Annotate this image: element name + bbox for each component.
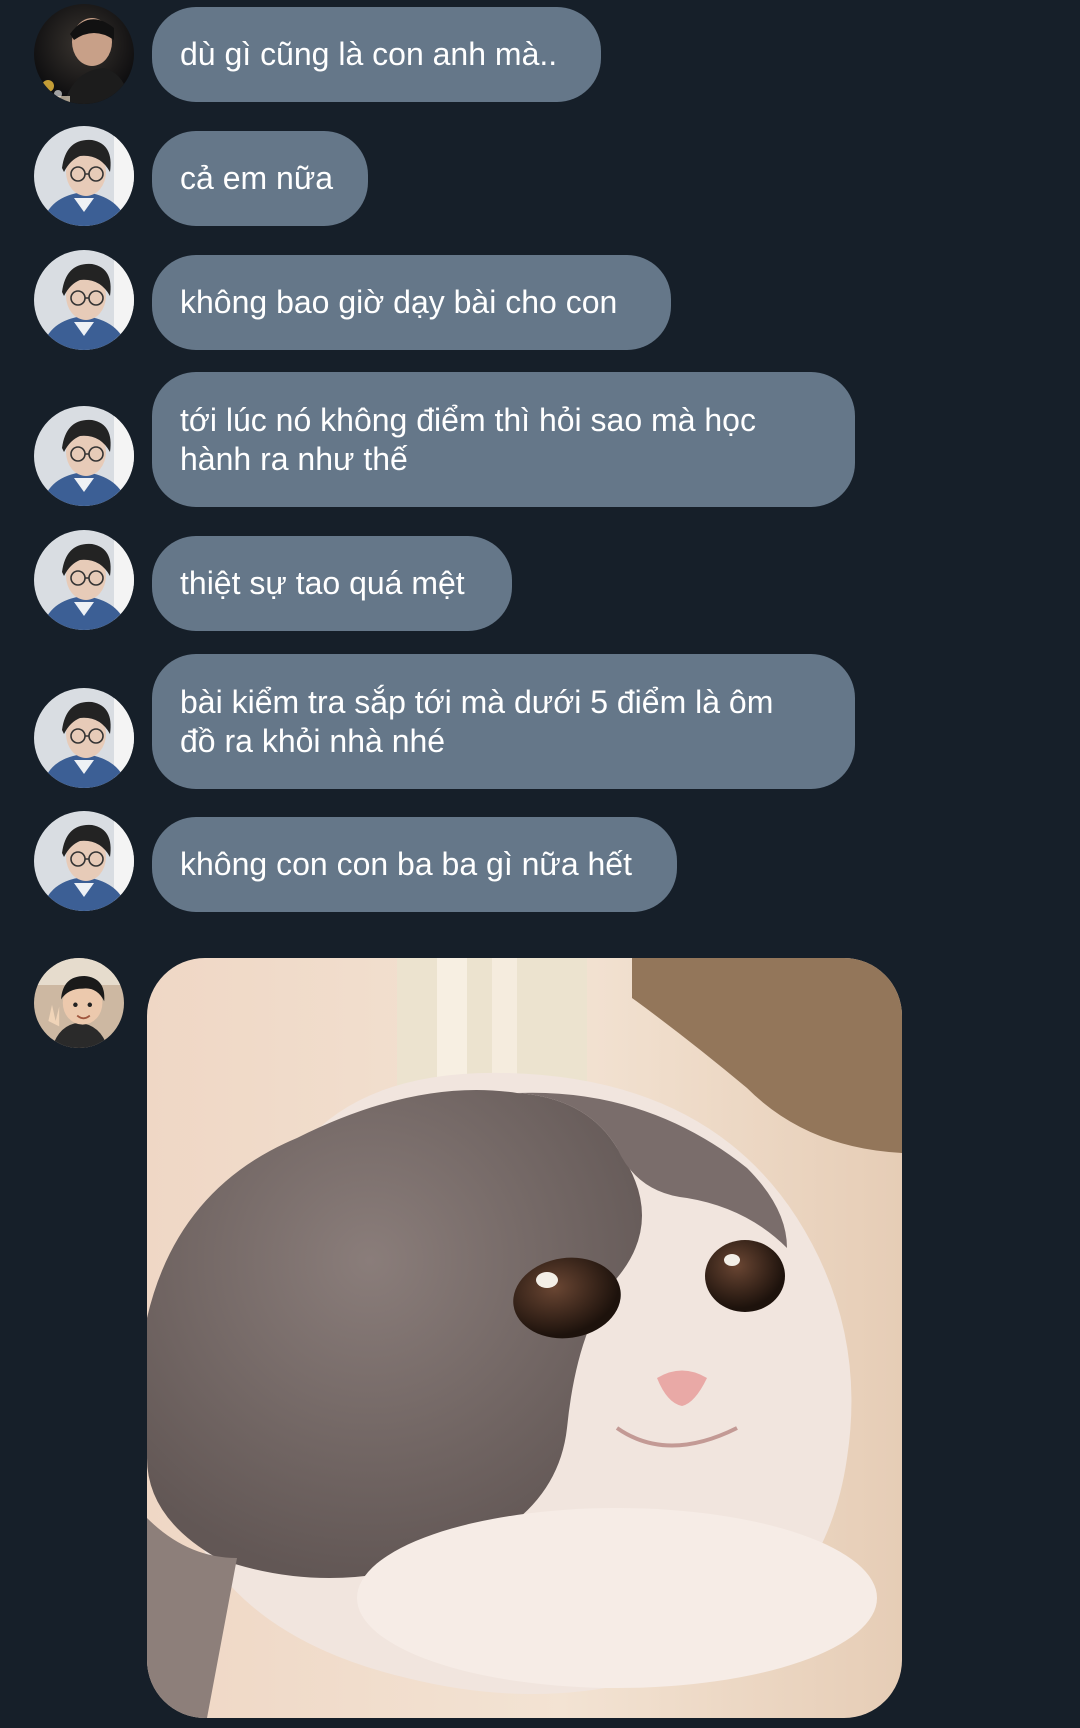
avatar-user-b[interactable] — [34, 126, 134, 226]
avatar-user-b[interactable] — [34, 688, 134, 788]
avatar-user-b[interactable] — [34, 406, 134, 506]
avatar-user-b[interactable] — [34, 811, 134, 911]
avatar-user-c[interactable] — [34, 958, 124, 1048]
avatar-user-b[interactable] — [34, 530, 134, 630]
message-bubble[interactable]: bài kiểm tra sắp tới mà dưới 5 điểm là ô… — [152, 654, 855, 789]
chat-thread: dù gì cũng là con anh mà.. cả em nữa khô… — [0, 0, 1080, 1728]
avatar-user-a[interactable] — [34, 4, 134, 104]
avatar-user-b[interactable] — [34, 250, 134, 350]
message-bubble[interactable]: không bao giờ dạy bài cho con — [152, 255, 671, 350]
message-bubble[interactable]: không con con ba ba gì nữa hết — [152, 817, 677, 912]
cat-photo[interactable] — [147, 958, 902, 1718]
message-bubble[interactable]: tới lúc nó không điểm thì hỏi sao mà học… — [152, 372, 855, 507]
message-bubble[interactable]: thiệt sự tao quá mệt — [152, 536, 512, 631]
message-bubble[interactable]: cả em nữa — [152, 131, 368, 226]
message-bubble[interactable]: dù gì cũng là con anh mà.. — [152, 7, 601, 102]
